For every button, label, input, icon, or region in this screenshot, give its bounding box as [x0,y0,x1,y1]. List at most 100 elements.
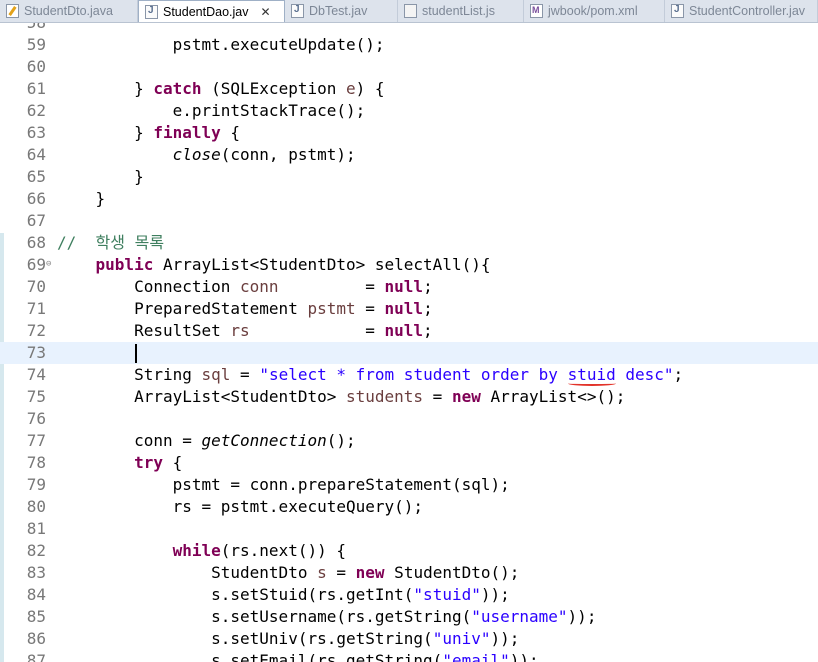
code-token: = [423,387,452,406]
code-token: } [57,123,154,142]
code-token: (conn, pstmt); [220,145,356,164]
code-token: pstmt = conn.prepareStatement(sql); [57,475,510,494]
code-text: } finally { [57,122,240,144]
code-line[interactable]: 75 ArrayList<StudentDto> students = new … [0,386,818,408]
line-number: 75 [26,387,46,406]
line-number: 63 [26,123,46,142]
code-line[interactable]: 61 } catch (SQLException e) { [0,78,818,100]
code-line[interactable]: 80 rs = pstmt.executeQuery(); [0,496,818,518]
code-text: PreparedStatement pstmt = null; [57,298,433,320]
code-line[interactable]: 65 } [0,166,818,188]
code-token: "univ" [432,629,491,648]
code-line[interactable]: 73 [0,342,818,364]
code-line[interactable]: 69 ⊖ public ArrayList<StudentDto> selectA… [0,254,818,276]
fold-toggle-icon[interactable]: ⊖ [46,259,51,269]
code-text: pstmt.executeUpdate(); [57,34,385,56]
code-line[interactable]: 72 ResultSet rs = null; [0,320,818,342]
line-number: 81 [26,519,46,538]
tab-label: StudentDao.jav [163,5,249,19]
code-line[interactable]: 76 [0,408,818,430]
tab-label: DbTest.jav [309,4,368,18]
line-number: 58 [24,23,46,34]
code-token: ) { [355,79,385,98]
code-token: finally [153,123,221,142]
code-text: conn = getConnection(); [57,430,356,452]
code-token: } [57,167,144,186]
code-line[interactable]: 68 // 학생 목록 [0,232,818,254]
code-line[interactable]: 66 } [0,188,818,210]
code-token: rs [230,321,250,340]
line-number: 60 [26,57,46,76]
code-token: )); [567,607,597,626]
code-text: rs = pstmt.executeQuery(); [57,496,423,518]
code-token: ; [423,321,433,340]
code-token: "stuid" [413,585,481,604]
code-line[interactable]: 79 pstmt = conn.prepareStatement(sql); [0,474,818,496]
code-line[interactable]: 58 [0,23,818,34]
code-line[interactable]: 83 StudentDto s = new StudentDto(); [0,562,818,584]
code-token: StudentDto [57,563,318,582]
code-line[interactable]: 60 [0,56,818,78]
code-token: while [172,541,221,560]
code-line[interactable]: 77 conn = getConnection(); [0,430,818,452]
line-number: 78 [26,453,46,472]
code-text [57,342,137,364]
code-line[interactable]: 86 s.setUniv(rs.getString("univ")); [0,628,818,650]
code-line[interactable]: 87 s.setEmail(rs.getString("email")); [0,650,818,662]
code-line[interactable]: 85 s.setUsername(rs.getString("username"… [0,606,818,628]
code-line[interactable]: 81 [0,518,818,540]
line-number: 82 [26,541,46,560]
tab-studentlist-js[interactable]: studentList.js [398,0,524,22]
line-number: 61 [26,79,46,98]
code-line[interactable]: 62 e.printStackTrace(); [0,100,818,122]
code-line[interactable]: 64 close(conn, pstmt); [0,144,818,166]
code-editor[interactable]: 5859 pstmt.executeUpdate();6061 } catch … [0,23,818,662]
close-icon[interactable]: ✕ [260,5,270,19]
code-line[interactable]: 70 Connection conn = null; [0,276,818,298]
code-line[interactable]: 71 PreparedStatement pstmt = null; [0,298,818,320]
code-token: { [220,123,241,142]
code-token: new [451,387,481,406]
code-line[interactable]: 78 try { [0,452,818,474]
code-text: // 학생 목록 [57,232,164,254]
code-token: "email" [442,651,510,662]
tab-studentdto-java[interactable]: StudentDto.java [0,0,138,22]
line-number: 59 [26,35,46,54]
code-token: conn [240,277,279,296]
tab-studentcontroller-jav[interactable]: StudentController.jav [665,0,818,22]
code-token: e [346,79,356,98]
code-token: s.setEmail(rs.getString( [57,651,443,662]
code-line[interactable]: 63 } finally { [0,122,818,144]
code-text: s.setStuid(rs.getInt("stuid")); [57,584,510,606]
code-token: } [57,79,154,98]
line-number: 86 [26,629,46,648]
line-number: 77 [26,431,46,450]
code-line[interactable]: 59 pstmt.executeUpdate(); [0,34,818,56]
tab-jwbook-pom-xml[interactable]: jwbook/pom.xml [524,0,665,22]
code-line[interactable]: 74 String sql = "select * from student o… [0,364,818,386]
java-file-icon [145,5,158,19]
code-line[interactable]: 84 s.setStuid(rs.getInt("stuid")); [0,584,818,606]
tab-studentdao-jav[interactable]: StudentDao.jav ✕ [138,0,285,22]
code-text: s.setUsername(rs.getString("username")); [57,606,596,628]
code-token: } [57,189,106,208]
code-token: (SQLException [201,79,346,98]
code-text: ResultSet rs = null; [57,320,433,342]
tab-label: jwbook/pom.xml [548,4,638,18]
text-caret [135,344,137,363]
code-token: new [355,563,385,582]
code-token: = [326,563,356,582]
tab-dbtest-jav[interactable]: DbTest.jav [285,0,398,22]
code-text: e.printStackTrace(); [57,100,366,122]
code-line[interactable]: 67 [0,210,818,232]
code-line[interactable]: 82 while(rs.next()) { [0,540,818,562]
code-token: ; [673,365,684,384]
line-number: 69 [26,255,46,274]
code-token: = [355,299,385,318]
line-number: 68 [26,233,46,252]
code-token: s.setUsername(rs.getString( [57,607,472,626]
code-token: desc" [615,365,674,384]
